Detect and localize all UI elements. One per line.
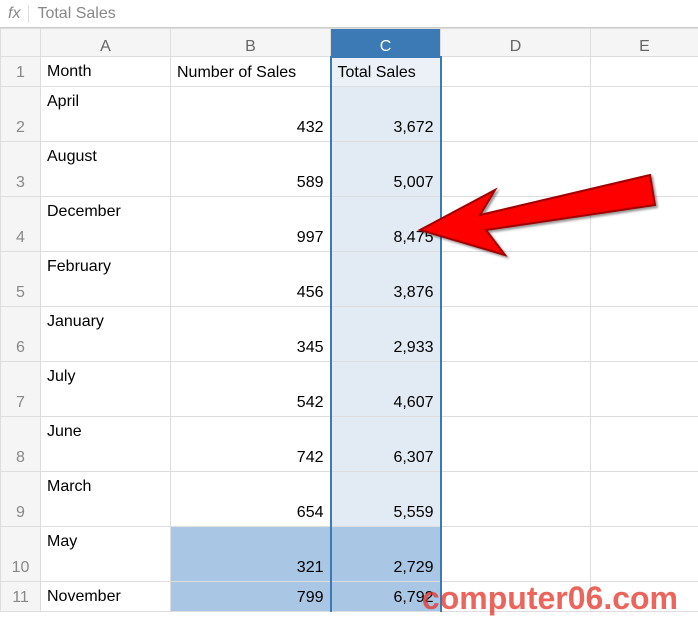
cell[interactable]: 321 <box>171 527 331 582</box>
row-header[interactable]: 10 <box>1 527 41 582</box>
cell[interactable] <box>441 87 591 142</box>
cell-b1[interactable]: Number of Sales <box>171 57 331 87</box>
formula-value[interactable]: Total Sales <box>28 5 115 23</box>
table-row: 1 Month Number of Sales Total Sales <box>1 57 698 87</box>
cell[interactable]: April <box>41 87 171 142</box>
cell[interactable] <box>441 142 591 197</box>
cell[interactable]: 5,559 <box>331 472 441 527</box>
cell[interactable] <box>591 252 698 307</box>
table-row: 10 May 321 2,729 <box>1 527 698 582</box>
cell[interactable]: 4,607 <box>331 362 441 417</box>
cell[interactable]: 3,672 <box>331 87 441 142</box>
cell-c1[interactable]: Total Sales <box>331 57 441 87</box>
cell-a1[interactable]: Month <box>41 57 171 87</box>
row-header[interactable]: 8 <box>1 417 41 472</box>
spreadsheet[interactable]: A B C D E 1 Month Number of Sales Total … <box>0 28 698 612</box>
cell[interactable]: 3,876 <box>331 252 441 307</box>
table-row: 6 January 345 2,933 <box>1 307 698 362</box>
cell[interactable]: 742 <box>171 417 331 472</box>
row-header[interactable]: 3 <box>1 142 41 197</box>
row-header[interactable]: 7 <box>1 362 41 417</box>
col-header-a[interactable]: A <box>41 29 171 57</box>
cell[interactable] <box>441 307 591 362</box>
row-header[interactable]: 11 <box>1 582 41 612</box>
cell[interactable]: December <box>41 197 171 252</box>
col-header-c[interactable]: C <box>331 29 441 57</box>
cell[interactable]: 456 <box>171 252 331 307</box>
cell[interactable] <box>591 472 698 527</box>
table-row: 8 June 742 6,307 <box>1 417 698 472</box>
cell[interactable]: February <box>41 252 171 307</box>
row-header[interactable]: 4 <box>1 197 41 252</box>
col-header-b[interactable]: B <box>171 29 331 57</box>
cell[interactable]: 8,475 <box>331 197 441 252</box>
table-row: 2 April 432 3,672 <box>1 87 698 142</box>
column-headers-row: A B C D E <box>1 29 698 57</box>
cell[interactable] <box>441 362 591 417</box>
table-row: 4 December 997 8,475 <box>1 197 698 252</box>
cell[interactable] <box>441 527 591 582</box>
cell[interactable] <box>591 87 698 142</box>
cell[interactable]: August <box>41 142 171 197</box>
table-row: 3 August 589 5,007 <box>1 142 698 197</box>
cell[interactable]: June <box>41 417 171 472</box>
cell[interactable]: March <box>41 472 171 527</box>
cell-d1[interactable] <box>441 57 591 87</box>
row-header[interactable]: 6 <box>1 307 41 362</box>
cell[interactable] <box>591 417 698 472</box>
cell[interactable] <box>591 142 698 197</box>
cell[interactable]: July <box>41 362 171 417</box>
select-all-corner[interactable] <box>1 29 41 57</box>
table-row: 5 February 456 3,876 <box>1 252 698 307</box>
table-row: 7 July 542 4,607 <box>1 362 698 417</box>
cell[interactable] <box>441 252 591 307</box>
row-header[interactable]: 9 <box>1 472 41 527</box>
row-header[interactable]: 5 <box>1 252 41 307</box>
cell-e1[interactable] <box>591 57 698 87</box>
row-header[interactable]: 1 <box>1 57 41 87</box>
cell[interactable]: 654 <box>171 472 331 527</box>
cell[interactable]: 345 <box>171 307 331 362</box>
cell[interactable] <box>591 527 698 582</box>
cell[interactable]: 589 <box>171 142 331 197</box>
col-header-e[interactable]: E <box>591 29 698 57</box>
cell[interactable]: January <box>41 307 171 362</box>
cell[interactable] <box>441 472 591 527</box>
watermark-text: computer06.com <box>422 580 678 617</box>
row-header[interactable]: 2 <box>1 87 41 142</box>
col-header-d[interactable]: D <box>441 29 591 57</box>
cell[interactable]: 432 <box>171 87 331 142</box>
cell[interactable]: 997 <box>171 197 331 252</box>
cell[interactable] <box>591 362 698 417</box>
cell[interactable]: November <box>41 582 171 612</box>
cell[interactable]: 5,007 <box>331 142 441 197</box>
cell[interactable] <box>591 307 698 362</box>
formula-bar[interactable]: fx Total Sales <box>0 0 698 28</box>
cell[interactable]: 542 <box>171 362 331 417</box>
cell[interactable]: May <box>41 527 171 582</box>
fx-label: fx <box>8 5 20 23</box>
cell[interactable] <box>591 197 698 252</box>
cell[interactable]: 6,307 <box>331 417 441 472</box>
cell[interactable] <box>441 417 591 472</box>
cell[interactable]: 799 <box>171 582 331 612</box>
cell[interactable] <box>441 197 591 252</box>
cell[interactable]: 2,729 <box>331 527 441 582</box>
table-row: 9 March 654 5,559 <box>1 472 698 527</box>
cell[interactable]: 2,933 <box>331 307 441 362</box>
